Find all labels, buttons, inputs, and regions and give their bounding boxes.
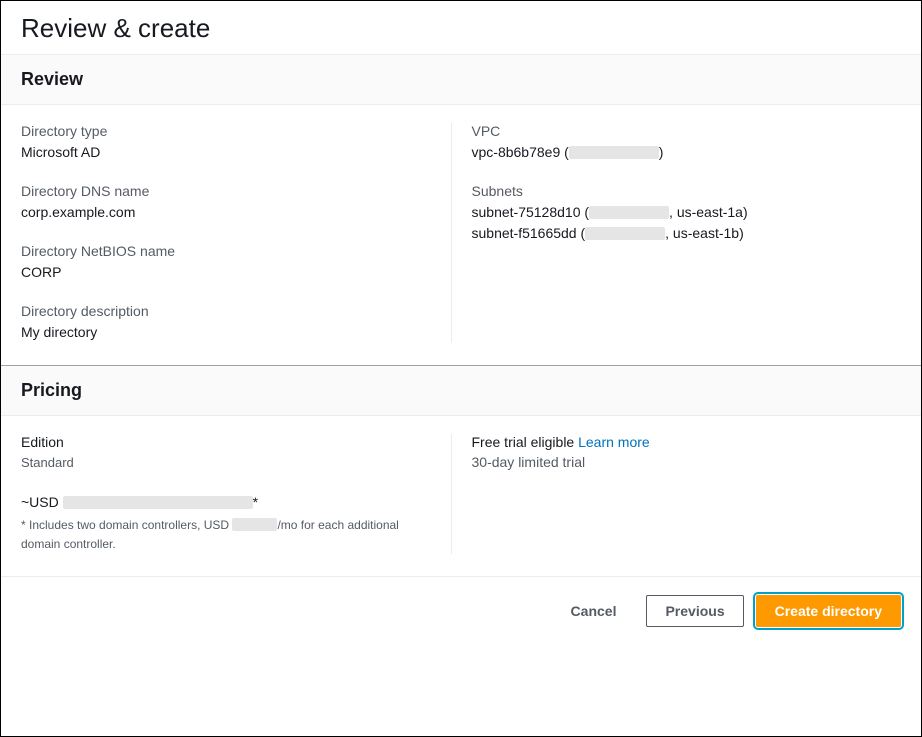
description-label: Directory description <box>21 303 431 319</box>
pricing-panel-header: Pricing <box>1 366 921 416</box>
dns-name-field: Directory DNS name corp.example.com <box>21 183 431 223</box>
dns-name-label: Directory DNS name <box>21 183 431 199</box>
create-directory-button[interactable]: Create directory <box>756 595 901 627</box>
price-prefix: ~USD <box>21 494 63 510</box>
pricing-right-column: Free trial eligible Learn more 30-day li… <box>451 434 902 554</box>
pricing-panel: Pricing Edition Standard ~USD * * Includ… <box>1 366 921 576</box>
trial-subtext: 30-day limited trial <box>472 454 882 470</box>
netbios-label: Directory NetBIOS name <box>21 243 431 259</box>
learn-more-link[interactable]: Learn more <box>578 434 650 450</box>
free-trial-text: Free trial eligible <box>472 434 579 450</box>
subnets-field: Subnets subnet-75128d10 ( , us-east-1a) s… <box>472 183 882 244</box>
subnet-2-prefix: subnet-f51665dd ( <box>472 225 586 241</box>
vpc-value-suffix: ) <box>659 144 664 160</box>
edition-value: Standard <box>21 453 431 474</box>
price-redacted <box>63 496 253 509</box>
review-panel: Review Directory type Microsoft AD Direc… <box>1 54 921 365</box>
price-row: ~USD * <box>21 494 431 510</box>
description-field: Directory description My directory <box>21 303 431 343</box>
review-right-column: VPC vpc-8b6b78e9 () Subnets subnet-75128… <box>451 123 902 343</box>
subnet-1-value: subnet-75128d10 ( , us-east-1a) <box>472 202 882 223</box>
footnote-price-redacted <box>232 518 277 531</box>
subnets-label: Subnets <box>472 183 882 199</box>
edition-label: Edition <box>21 434 431 450</box>
vpc-value-prefix: vpc-8b6b78e9 ( <box>472 144 569 160</box>
directory-type-field: Directory type Microsoft AD <box>21 123 431 163</box>
review-panel-title: Review <box>21 69 901 90</box>
subnet-2-value: subnet-f51665dd ( , us-east-1b) <box>472 223 882 244</box>
subnet-2-redacted <box>585 227 665 240</box>
edition-field: Edition Standard <box>21 434 431 474</box>
price-suffix: * <box>253 494 258 510</box>
pricing-left-column: Edition Standard ~USD * * Includes two d… <box>21 434 451 554</box>
action-bar: Cancel Previous Create directory <box>1 577 921 645</box>
subnet-1-redacted <box>589 206 669 219</box>
vpc-field: VPC vpc-8b6b78e9 () <box>472 123 882 163</box>
dns-name-value: corp.example.com <box>21 202 431 223</box>
price-footnote: * Includes two domain controllers, USD /… <box>21 516 431 554</box>
cancel-button[interactable]: Cancel <box>553 596 635 626</box>
pricing-panel-title: Pricing <box>21 380 901 401</box>
free-trial-line: Free trial eligible Learn more <box>472 434 882 450</box>
vpc-name-redacted <box>569 146 659 159</box>
subnet-1-suffix: , us-east-1a) <box>669 204 748 220</box>
subnet-1-prefix: subnet-75128d10 ( <box>472 204 590 220</box>
page-title: Review & create <box>1 1 921 54</box>
footnote-a: * Includes two domain controllers, USD <box>21 518 232 532</box>
subnet-2-suffix: , us-east-1b) <box>665 225 744 241</box>
directory-type-value: Microsoft AD <box>21 142 431 163</box>
directory-type-label: Directory type <box>21 123 431 139</box>
vpc-label: VPC <box>472 123 882 139</box>
description-value: My directory <box>21 322 431 343</box>
review-panel-header: Review <box>1 54 921 105</box>
vpc-value: vpc-8b6b78e9 () <box>472 142 882 163</box>
netbios-value: CORP <box>21 262 431 283</box>
netbios-field: Directory NetBIOS name CORP <box>21 243 431 283</box>
review-left-column: Directory type Microsoft AD Directory DN… <box>21 123 451 343</box>
previous-button[interactable]: Previous <box>646 595 743 627</box>
